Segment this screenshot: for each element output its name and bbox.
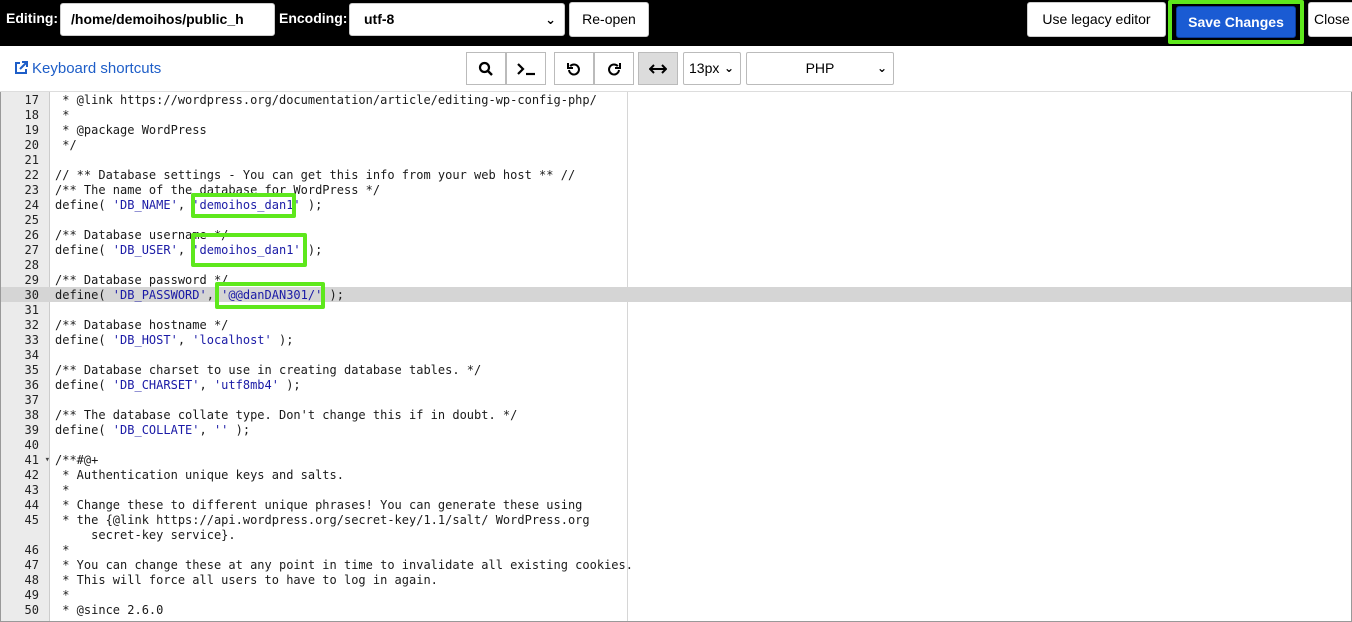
code-line: /** Database password */: [55, 273, 229, 287]
undo-icon: [567, 62, 580, 75]
line-number: 40: [24, 438, 39, 452]
code-line: define( 'DB_HOST', 'localhost' );: [55, 333, 294, 347]
code-line: * Change these to different unique phras…: [55, 498, 583, 512]
line-number: 20: [24, 138, 39, 152]
line-number: 24: [24, 198, 39, 212]
line-number: 34: [24, 348, 39, 362]
code-line: /** Database charset to use in creating …: [55, 363, 482, 377]
encoding-label: Encoding:: [279, 10, 348, 26]
mode-value: PHP: [805, 60, 835, 76]
top-bar: Editing: /home/demoihos/public_h Encodin…: [0, 0, 1352, 46]
code-line: *: [55, 108, 70, 122]
line-number: 44: [24, 498, 39, 512]
line-number: 29: [24, 273, 39, 287]
line-number: 45: [24, 513, 39, 527]
code-line: // ** Database settings - You can get th…: [55, 168, 576, 182]
code-line: * You can change these at any point in t…: [55, 558, 633, 572]
code-line: * This will force all users to have to l…: [55, 573, 438, 587]
file-path-input[interactable]: /home/demoihos/public_h: [60, 3, 275, 36]
print-margin: [627, 92, 628, 621]
line-number: 28: [24, 258, 39, 272]
undo-button[interactable]: [554, 52, 594, 85]
line-number: 31: [24, 303, 39, 317]
font-size-select[interactable]: 13px ⌄: [683, 52, 741, 85]
line-number: 41: [1, 453, 50, 468]
line-number: 21: [24, 153, 39, 167]
encoding-value: utf-8: [364, 11, 395, 27]
terminal-icon: [517, 62, 535, 75]
code-line: *: [55, 483, 70, 497]
search-icon: [478, 61, 493, 76]
code-line: define( 'DB_COLLATE', '' );: [55, 423, 251, 437]
search-button[interactable]: [466, 52, 506, 85]
reopen-button[interactable]: Re-open: [569, 2, 649, 37]
code-line: /** Database hostname */: [55, 318, 229, 332]
line-number: 48: [24, 573, 39, 587]
code-line: * Authentication unique keys and salts.: [55, 468, 344, 482]
close-button[interactable]: Close: [1308, 2, 1352, 37]
code-line: define( 'DB_CHARSET', 'utf8mb4' );: [55, 378, 301, 392]
line-number: 27: [24, 243, 39, 257]
line-number: 38: [24, 408, 39, 422]
save-highlight: Save Changes: [1168, 0, 1304, 44]
redo-button[interactable]: [594, 52, 634, 85]
wrap-icon: [649, 63, 667, 74]
line-number: 39: [24, 423, 39, 437]
encoding-select[interactable]: utf-8 ⌄: [349, 3, 565, 36]
line-number: 25: [24, 213, 39, 227]
legacy-editor-button[interactable]: Use legacy editor: [1027, 2, 1166, 37]
code-editor[interactable]: 17 * @link https://wordpress.org/documen…: [0, 92, 1352, 622]
line-number: 23: [24, 183, 39, 197]
line-number: 37: [24, 393, 39, 407]
line-number: 19: [24, 123, 39, 137]
code-line: * @link https://wordpress.org/documentat…: [55, 93, 597, 107]
line-number: 47: [24, 558, 39, 572]
mode-select[interactable]: PHP ⌄: [746, 52, 894, 85]
db-user-highlight: [191, 233, 307, 267]
line-number: 36: [24, 378, 39, 392]
keyboard-shortcuts-link[interactable]: Keyboard shortcuts: [14, 60, 161, 77]
line-number: 35: [24, 363, 39, 377]
wrap-toggle-button[interactable]: [638, 52, 678, 85]
line-number: 43: [24, 483, 39, 497]
code-line: /** The database collate type. Don't cha…: [55, 408, 518, 422]
line-number: 32: [24, 318, 39, 332]
goto-line-button[interactable]: [506, 52, 546, 85]
chevron-down-icon: ⌄: [876, 61, 887, 75]
line-number: 50: [24, 603, 39, 617]
editor-toolbar: Keyboard shortcuts 13px ⌄ PHP ⌄: [0, 46, 1352, 92]
font-size-value: 13px: [689, 60, 720, 76]
line-number: 18: [24, 108, 39, 122]
line-number: 22: [24, 168, 39, 182]
editing-label: Editing:: [6, 10, 59, 26]
line-number: 26: [24, 228, 39, 242]
code-line: */: [55, 138, 77, 152]
chevron-down-icon: ⌄: [545, 12, 556, 27]
db-password-highlight: [215, 282, 325, 309]
code-line: * @package WordPress: [55, 123, 207, 137]
code-line: /**#@+: [55, 453, 99, 467]
line-number: 49: [24, 588, 39, 602]
line-number: 42: [24, 468, 39, 482]
code-line: * the {@link https://api.wordpress.org/s…: [55, 513, 590, 527]
code-line: *: [55, 588, 70, 602]
code-line: * @since 2.6.0: [55, 603, 164, 617]
redo-icon: [608, 62, 621, 75]
external-link-icon: [15, 61, 28, 74]
code-line: *: [55, 543, 70, 557]
chevron-down-icon: ⌄: [723, 61, 734, 75]
line-number: 33: [24, 333, 39, 347]
code-line: secret-key service}.: [55, 528, 236, 542]
line-number: 30: [24, 288, 39, 302]
line-number: 46: [24, 543, 39, 557]
db-name-highlight: [191, 193, 296, 218]
save-changes-button[interactable]: Save Changes: [1176, 6, 1296, 38]
keyboard-shortcuts-label: Keyboard shortcuts: [32, 60, 162, 77]
line-number: 17: [24, 93, 39, 107]
